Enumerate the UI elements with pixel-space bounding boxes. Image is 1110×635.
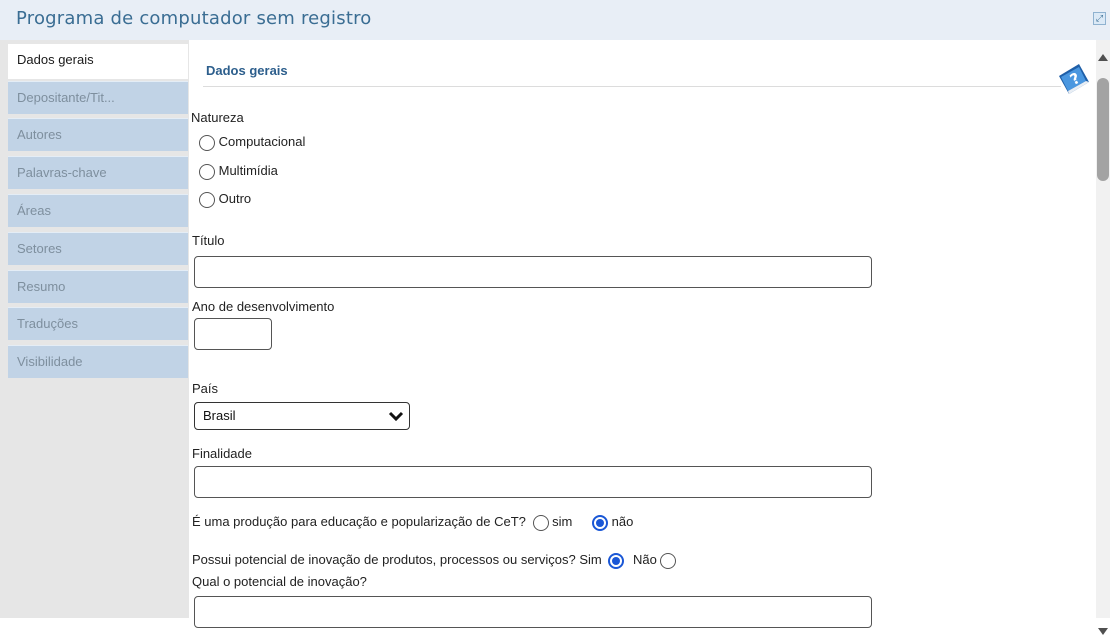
tab-dados-gerais[interactable]: Dados gerais [8,44,188,79]
natureza-label: Natureza [191,110,244,125]
titulo-label: Título [192,233,225,248]
scrollbar-thumb[interactable] [1097,78,1109,181]
inovacao-question-row: Possui potencial de inovação de produtos… [192,552,677,570]
finalidade-input[interactable] [194,466,872,498]
educacao-sim-label: sim [552,514,573,529]
educacao-question: É uma produção para educação e populariz… [192,514,526,529]
tab-visibilidade[interactable]: Visibilidade [8,345,188,378]
scroll-up-arrow-icon[interactable] [1098,54,1108,61]
pais-select[interactable]: Brasil [194,402,410,430]
inovacao-sim-label: Sim [579,552,602,567]
inovacao-sim-radio[interactable] [608,552,625,569]
educacao-sim-radio[interactable] [532,514,549,531]
section-title: Dados gerais [206,63,288,78]
tab-resumo[interactable]: Resumo [8,270,188,303]
chevron-down-icon [388,411,404,421]
inovacao-question: Possui potencial de inovação de produtos… [192,552,576,567]
scroll-down-arrow-icon[interactable] [1098,628,1108,635]
maximize-icon[interactable]: ⤢ [1093,12,1106,25]
potencial-label: Qual o potencial de inovação? [192,574,367,589]
ano-input[interactable] [194,318,272,350]
finalidade-label: Finalidade [192,446,252,461]
section-divider [203,86,1061,87]
natureza-outro-label: Outro [218,191,252,206]
ano-label: Ano de desenvolvimento [192,299,335,314]
form-panel: Dados gerais ? Natureza Computacional Mu… [189,40,1096,628]
tab-depositante[interactable]: Depositante/Tit... [8,81,188,114]
natureza-computacional-label: Computacional [218,134,306,149]
natureza-option-computacional[interactable]: Computacional [199,134,305,152]
natureza-option-outro[interactable]: Outro [199,191,251,209]
help-book-icon[interactable]: ? [1055,62,1091,96]
tab-traducoes[interactable]: Traduções [8,307,188,340]
educacao-nao-radio[interactable] [591,514,608,531]
title-bar: Programa de computador sem registro ⤢ [0,0,1110,40]
inovacao-nao-label: Não [633,552,657,567]
sidebar: Dados gerais Depositante/Tit... Autores … [0,40,189,618]
pais-selected-value: Brasil [203,408,236,423]
tab-areas[interactable]: Áreas [8,194,188,227]
vertical-scrollbar[interactable] [1096,40,1110,635]
titulo-input[interactable] [194,256,872,288]
pais-label: País [192,381,219,396]
natureza-multimidia-label: Multimídia [218,163,278,178]
natureza-option-multimidia[interactable]: Multimídia [199,163,278,181]
natureza-multimidia-radio[interactable] [199,163,215,180]
tab-autores[interactable]: Autores [8,118,188,151]
window-title: Programa de computador sem registro [16,8,372,29]
tab-setores[interactable]: Setores [8,232,188,265]
educacao-nao-label: não [611,514,634,529]
tab-palavras-chave[interactable]: Palavras-chave [8,156,188,189]
natureza-outro-radio[interactable] [199,191,215,208]
potencial-input[interactable] [194,596,872,628]
natureza-computacional-radio[interactable] [199,134,215,151]
educacao-question-row: É uma produção para educação e populariz… [192,514,633,532]
inovacao-nao-radio[interactable] [660,552,677,569]
